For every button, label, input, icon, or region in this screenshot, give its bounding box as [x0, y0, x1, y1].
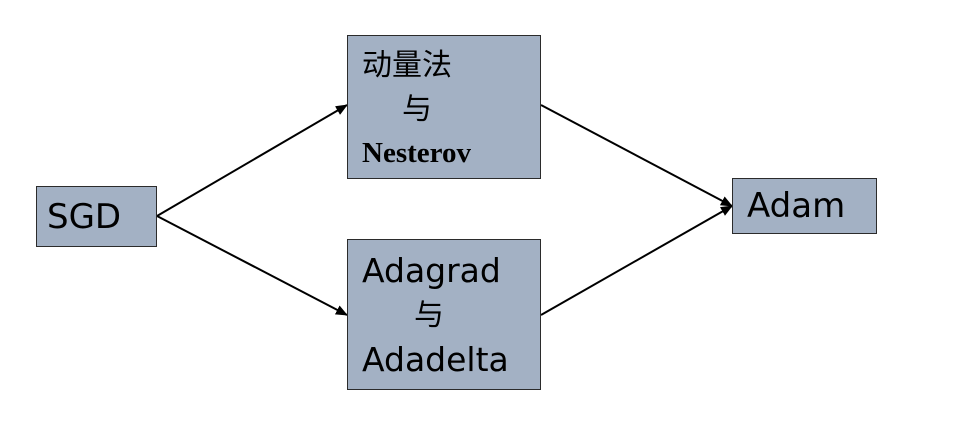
node-adam: Adam: [732, 178, 877, 234]
edge-momentum-to-adam: [540, 104, 733, 207]
node-adagrad-adadelta: Adagrad 与 Adadelta: [347, 239, 541, 390]
node-momentum-line3: Nesterov: [362, 137, 471, 169]
node-adam-label: Adam: [747, 186, 846, 226]
node-sgd: SGD: [36, 186, 157, 247]
edge-sgd-to-adaptive: [156, 215, 348, 316]
edge-adaptive-to-adam: [540, 205, 733, 316]
node-momentum-line2: 与: [402, 92, 432, 127]
node-adaptive-line1: Adagrad: [362, 251, 501, 290]
node-momentum-line1: 动量法: [362, 48, 452, 83]
node-sgd-label: SGD: [47, 197, 122, 237]
edge-sgd-to-momentum: [156, 104, 348, 217]
node-adaptive-line3: Adadelta: [362, 340, 509, 379]
node-momentum-nesterov: 动量法 与 Nesterov: [347, 35, 541, 179]
node-adaptive-line2: 与: [414, 298, 444, 333]
